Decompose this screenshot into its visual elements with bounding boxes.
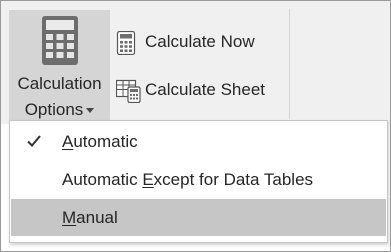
calculate-now-label: Calculate Now — [145, 32, 255, 51]
menu-item-automatic[interactable]: Automatic — [11, 123, 386, 160]
calculation-group: Calculation Options Calculate Now Calcul… — [1, 1, 390, 124]
group-separator — [289, 9, 290, 119]
menu-item-manual[interactable]: Manual — [11, 199, 386, 236]
calculate-now-button[interactable]: Calculate Now — [114, 26, 284, 58]
calculator-small-icon — [116, 30, 136, 60]
calculation-options-label-line1: Calculation — [17, 74, 102, 93]
calculation-options-menu: Automatic Automatic Except for Data Tabl… — [9, 120, 388, 243]
calculation-options-label-line2: Options — [9, 100, 110, 120]
menu-item-label: Automatic — [62, 132, 138, 151]
menu-item-automatic-except-data-tables[interactable]: Automatic Except for Data Tables — [11, 161, 386, 198]
menu-item-label: Automatic Except for Data Tables — [62, 170, 314, 189]
calculator-icon — [40, 15, 80, 72]
menu-item-label: Manual — [62, 208, 118, 227]
dropdown-caret-icon — [86, 108, 95, 114]
checkmark-icon — [26, 134, 42, 153]
excel-ribbon-frame: Calculation Options Calculate Now Calcul… — [0, 0, 391, 252]
calculation-options-button[interactable]: Calculation Options — [9, 10, 110, 122]
calculation-options-label-text: Options — [24, 100, 84, 119]
calculate-sheet-label: Calculate Sheet — [145, 80, 266, 99]
calculate-sheet-icon — [115, 79, 142, 108]
calculate-sheet-button[interactable]: Calculate Sheet — [114, 74, 284, 106]
